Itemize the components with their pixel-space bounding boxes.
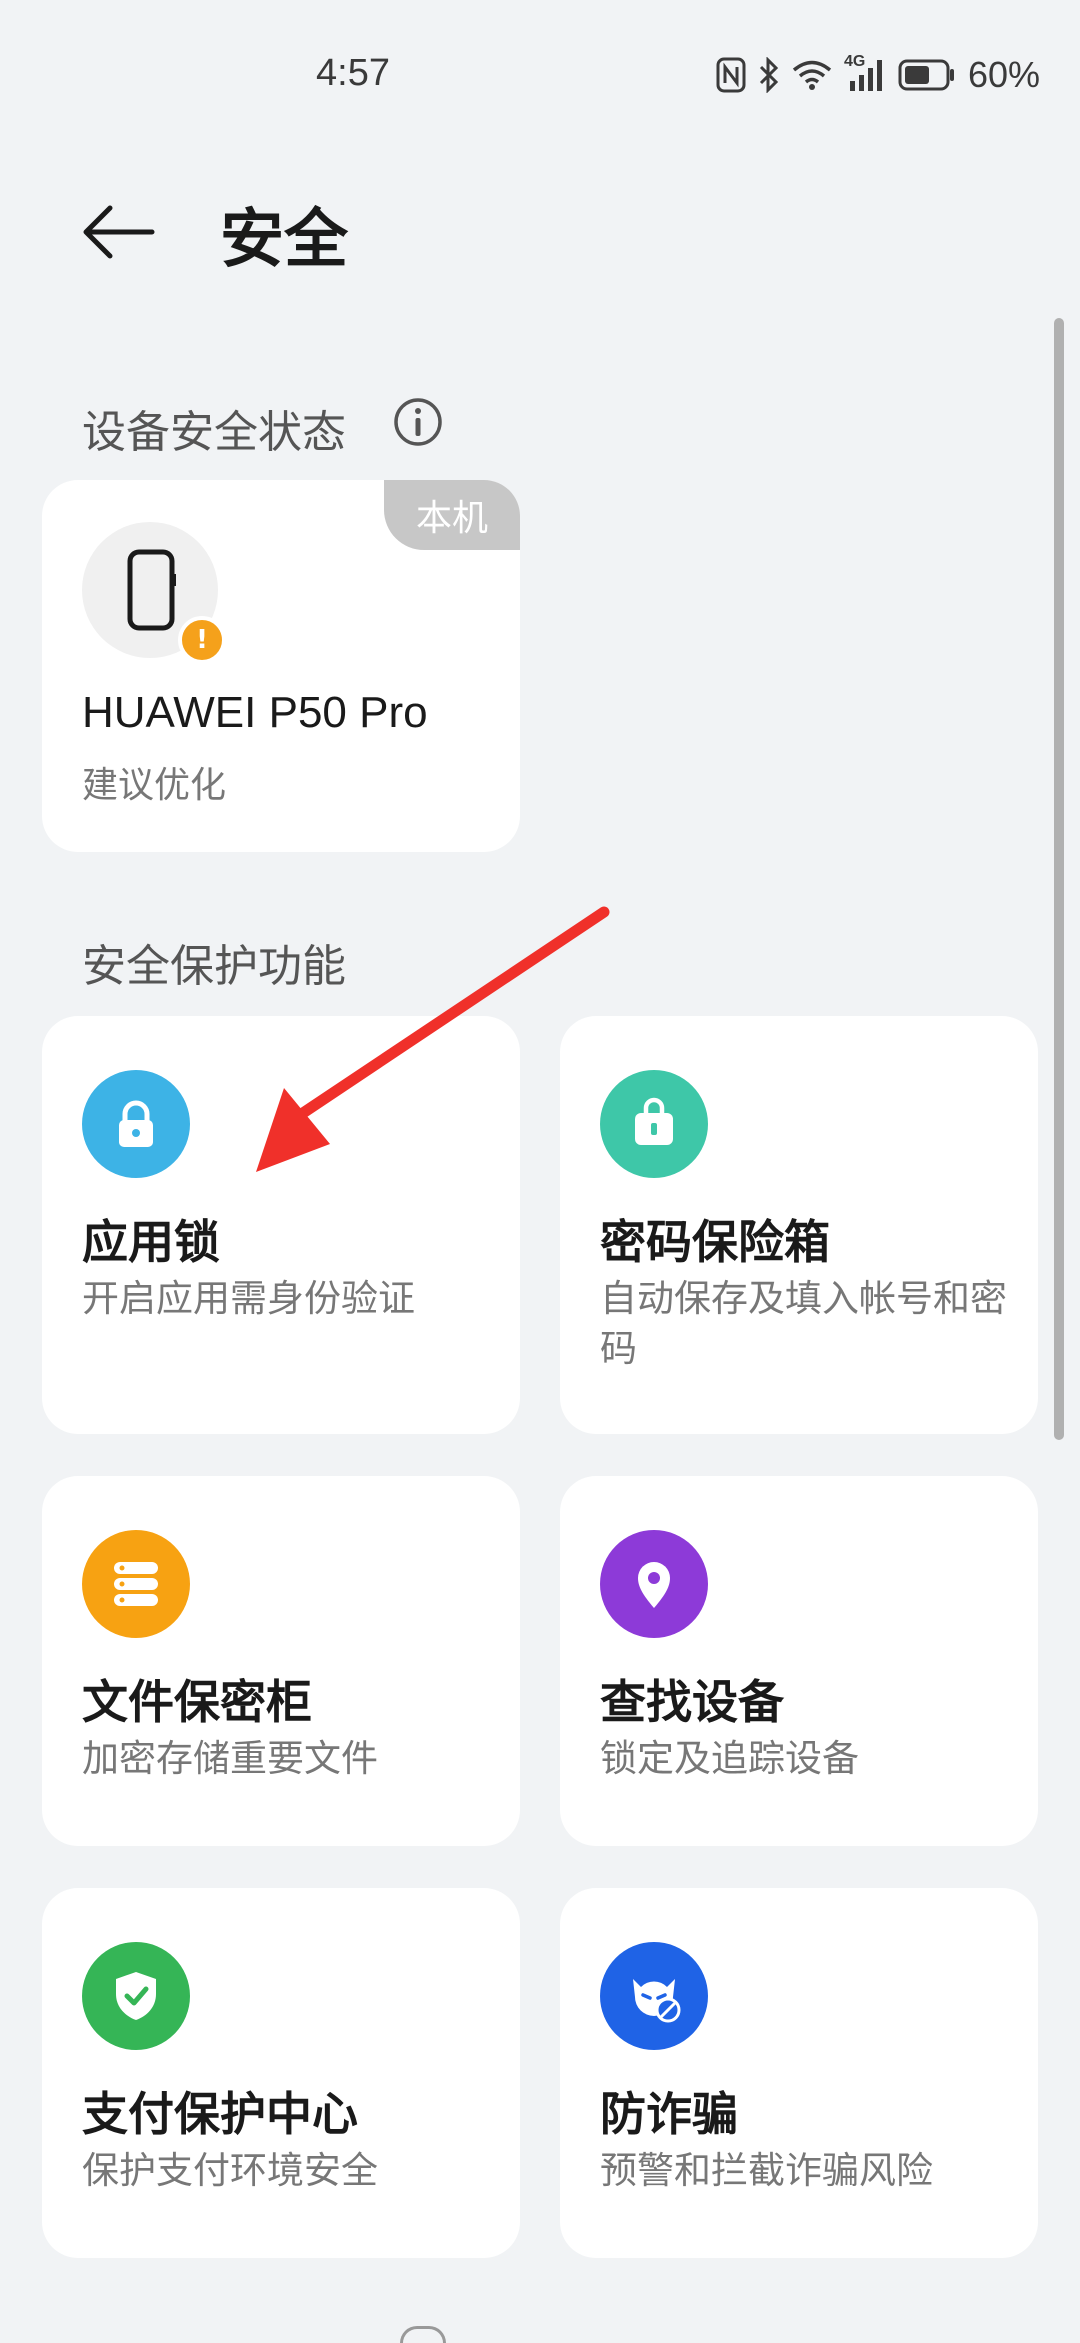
device-card[interactable]: 本机 ! HUAWEI P50 Pro 建议优化 — [42, 480, 520, 852]
battery-percent: 60% — [967, 54, 1040, 95]
feature-title: 应用锁 — [82, 1215, 220, 1269]
feature-card-app-lock[interactable]: 应用锁 开启应用需身份验证 — [42, 1016, 520, 1434]
feature-card-payment-protection[interactable]: 支付保护中心 保护支付环境安全 — [42, 1888, 520, 2258]
feature-desc: 锁定及追踪设备 — [600, 1737, 859, 1780]
shield-check-icon — [82, 1942, 190, 2050]
signal-group: 4G — [844, 53, 886, 93]
back-button[interactable] — [78, 192, 158, 272]
bluetooth-icon — [759, 57, 779, 93]
feature-card-file-safe[interactable]: 文件保密柜 加密存储重要文件 — [42, 1476, 520, 1846]
feature-desc: 保护支付环境安全 — [82, 2149, 378, 2192]
device-name: HUAWEI P50 Pro — [82, 688, 428, 737]
status-icons: 4G 60% — [716, 53, 1040, 96]
nfc-icon — [716, 57, 746, 93]
feature-card-anti-fraud[interactable]: 防诈骗 预警和拦截诈骗风险 — [560, 1888, 1038, 2258]
bottom-indicator — [400, 2326, 446, 2343]
battery-icon — [898, 59, 954, 91]
feature-title: 支付保护中心 — [82, 2087, 358, 2141]
feature-desc: 加密存储重要文件 — [82, 1737, 378, 1780]
feature-card-password-vault[interactable]: 密码保险箱 自动保存及填入帐号和密码 — [560, 1016, 1038, 1434]
feature-title: 防诈骗 — [600, 2087, 738, 2141]
scrollbar[interactable] — [1054, 318, 1064, 1440]
file-cabinet-icon — [82, 1530, 190, 1638]
safe-icon — [600, 1070, 708, 1178]
features-section-title: 安全保护功能 — [82, 941, 346, 992]
feature-title: 查找设备 — [600, 1675, 784, 1729]
feature-title: 密码保险箱 — [600, 1215, 830, 1269]
status-time: 4:57 — [316, 52, 390, 94]
device-status: 建议优化 — [82, 765, 227, 806]
feature-desc: 自动保存及填入帐号和密码 — [600, 1277, 1007, 1370]
info-icon[interactable] — [392, 396, 444, 448]
page-title: 安全 — [220, 203, 348, 277]
device-section-title: 设备安全状态 — [82, 407, 346, 458]
status-bar: 4:57 4G 60% — [0, 0, 1080, 150]
lock-icon — [82, 1070, 190, 1178]
anti-fraud-icon — [600, 1942, 708, 2050]
feature-card-find-device[interactable]: 查找设备 锁定及追踪设备 — [560, 1476, 1038, 1846]
feature-desc: 开启应用需身份验证 — [82, 1277, 415, 1320]
device-badge: 本机 — [384, 480, 520, 550]
warning-icon: ! — [178, 616, 226, 664]
feature-title: 文件保密柜 — [82, 1675, 312, 1729]
header: 安全 — [0, 170, 1080, 280]
wifi-icon — [792, 60, 832, 90]
back-arrow-icon — [83, 205, 155, 259]
feature-desc: 预警和拦截诈骗风险 — [600, 2149, 933, 2192]
location-pin-icon — [600, 1530, 708, 1638]
signal-icon — [849, 60, 882, 91]
